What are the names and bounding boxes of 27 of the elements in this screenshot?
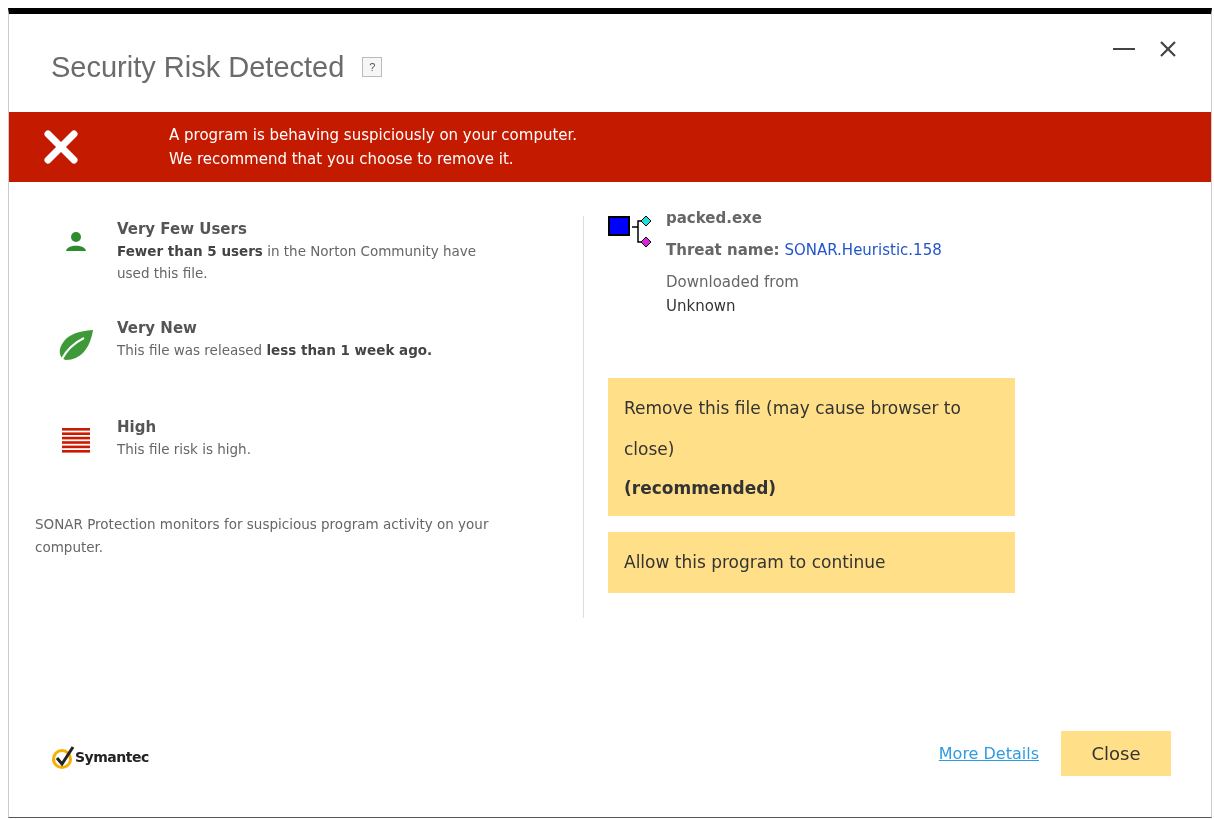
leaf-icon <box>58 329 94 361</box>
description-text: SONAR Protection monitors for suspicious program activity on your computer. <box>35 515 490 557</box>
factor-description: This file risk is high. <box>117 440 252 459</box>
help-button[interactable]: ? <box>362 57 383 77</box>
person-icon <box>65 230 87 252</box>
factor-description: Fewer than 5 users in the Norton Community have used this file. <box>117 242 478 283</box>
file-name: packed.exe <box>666 208 763 229</box>
action-button[interactable]: Remove this file (may cause browser to close) (recommended) <box>608 378 1015 516</box>
close-icon[interactable] <box>1159 40 1177 58</box>
source-value: Unknown <box>666 296 737 317</box>
risk-level-icon <box>62 428 90 454</box>
source-label: Downloaded from <box>666 272 800 293</box>
threat-label: Threat name: <box>666 241 780 259</box>
window-title: Security Risk Detected <box>51 50 345 84</box>
close-icon <box>43 129 79 165</box>
close-button[interactable]: Close <box>1061 731 1171 776</box>
logo-text: Symantec <box>75 749 149 765</box>
factor-title: Very Few Users <box>117 219 248 240</box>
action-button[interactable]: Allow this program to continue <box>608 532 1015 593</box>
factor-title: High <box>117 417 158 438</box>
minimize-icon[interactable] <box>1113 47 1135 51</box>
checkmark-logo-icon <box>51 745 75 769</box>
factor-title: Very New <box>117 318 198 339</box>
alert-text: We recommend that you choose to remove it. <box>169 149 515 170</box>
alert-text: A program is behaving suspiciously on your computer. <box>169 125 578 146</box>
threat-name-link[interactable]: SONAR.Heuristic.158 <box>784 241 942 259</box>
factor-description: This file was released less than 1 week ago. <box>117 341 434 360</box>
